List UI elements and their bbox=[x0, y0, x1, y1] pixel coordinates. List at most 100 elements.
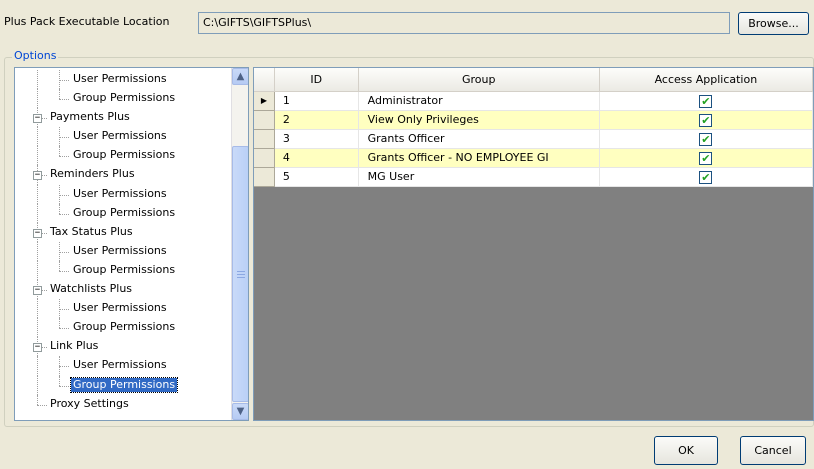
access-checkbox[interactable]: ✔ bbox=[699, 113, 713, 127]
tree-line bbox=[37, 127, 38, 147]
scroll-thumb[interactable] bbox=[232, 146, 248, 402]
cell-group[interactable]: View Only Privileges bbox=[358, 111, 600, 130]
table-row[interactable]: 2 View Only Privileges ✔ bbox=[254, 111, 813, 130]
cell-group[interactable]: Grants Officer - NO EMPLOYEE GI bbox=[358, 149, 600, 168]
row-header[interactable] bbox=[254, 111, 275, 130]
cell-access: ✔ bbox=[599, 111, 813, 130]
scroll-down-icon[interactable]: ▼ bbox=[232, 403, 248, 420]
tree-line bbox=[37, 70, 38, 90]
tree-item-child[interactable]: Group Permissions bbox=[15, 89, 229, 109]
tree-item-label: User Permissions bbox=[73, 129, 167, 143]
grid-header: ID Group Access Application bbox=[254, 68, 813, 92]
tree-line bbox=[37, 146, 38, 166]
collapse-icon[interactable]: − bbox=[33, 228, 42, 238]
access-checkbox[interactable]: ✔ bbox=[699, 132, 713, 146]
row-header[interactable] bbox=[254, 130, 275, 149]
tree-item-child[interactable]: Group Permissions bbox=[15, 318, 229, 338]
tree-line bbox=[37, 356, 38, 376]
tree-item-label: User Permissions bbox=[73, 301, 167, 315]
table-row[interactable]: 3 Grants Officer ✔ bbox=[254, 130, 813, 149]
tree-item-group[interactable]: − Reminders Plus bbox=[15, 165, 229, 185]
collapse-icon[interactable]: − bbox=[33, 171, 42, 181]
tree-item-child[interactable]: User Permissions bbox=[15, 127, 229, 147]
tree-item-child[interactable]: User Permissions bbox=[15, 70, 229, 90]
tree-line bbox=[37, 260, 38, 281]
tree-item-group[interactable]: − Tax Status Plus bbox=[15, 222, 229, 242]
tree-item-child[interactable]: User Permissions bbox=[15, 299, 229, 319]
options-tree[interactable]: User Permissions Group Permissions − Paymen… bbox=[14, 67, 249, 421]
tree-line bbox=[59, 309, 69, 311]
groups-grid[interactable]: ID Group Access Application ▶ 1 Administra… bbox=[253, 67, 814, 421]
tree-item-child[interactable]: Group Permissions bbox=[15, 203, 229, 223]
scroll-grip bbox=[237, 277, 245, 278]
access-checkbox[interactable]: ✔ bbox=[699, 151, 713, 165]
table-row[interactable]: 5 MG User ✔ bbox=[254, 168, 813, 187]
tree-item-group[interactable]: − Payments Plus bbox=[15, 108, 229, 128]
tree-line bbox=[59, 251, 69, 253]
location-label: Plus Pack Executable Location bbox=[4, 15, 170, 28]
tree-item-child[interactable]: Group Permissions bbox=[15, 146, 229, 166]
access-checkbox[interactable]: ✔ bbox=[699, 94, 713, 108]
tree-item-child[interactable]: User Permissions bbox=[15, 356, 229, 376]
browse-button[interactable]: Browse... bbox=[738, 12, 809, 35]
cell-id[interactable]: 5 bbox=[274, 168, 359, 187]
table-row[interactable]: ▶ 1 Administrator ✔ bbox=[254, 92, 813, 111]
tree-item-group[interactable]: − Link Plus bbox=[15, 337, 229, 357]
column-header-id[interactable]: ID bbox=[274, 68, 359, 92]
location-field[interactable]: C:\GIFTS\GIFTSPlus\ bbox=[198, 12, 730, 34]
cell-id[interactable]: 2 bbox=[274, 111, 359, 130]
tree-line bbox=[37, 184, 38, 204]
collapse-icon[interactable]: − bbox=[33, 114, 42, 124]
cell-id[interactable]: 3 bbox=[274, 130, 359, 149]
tree-item-group[interactable]: Proxy Settings bbox=[15, 394, 229, 414]
tree-scrollbar[interactable]: ▲ ▼ bbox=[231, 68, 248, 420]
tree-line bbox=[59, 328, 69, 330]
collapse-icon[interactable]: − bbox=[33, 286, 42, 296]
tree-line bbox=[37, 89, 38, 109]
tree-item-label: User Permissions bbox=[73, 186, 167, 200]
cell-group[interactable]: Grants Officer bbox=[358, 130, 600, 149]
tree-line bbox=[59, 99, 69, 101]
tree-item-label: Payments Plus bbox=[50, 110, 130, 124]
tree-line bbox=[59, 156, 69, 158]
tree-item-label: Tax Status Plus bbox=[50, 224, 133, 238]
tree-item-child[interactable]: User Permissions bbox=[15, 184, 229, 204]
tree-item-label: User Permissions bbox=[73, 243, 167, 257]
cell-access: ✔ bbox=[599, 130, 813, 149]
tree-line bbox=[37, 318, 38, 338]
cell-group[interactable]: Administrator bbox=[358, 92, 600, 111]
tree-line bbox=[59, 385, 69, 387]
tree-item-label: Group Permissions bbox=[73, 148, 176, 162]
table-row[interactable]: 4 Grants Officer - NO EMPLOYEE GI ✔ bbox=[254, 149, 813, 168]
tree-item-label: Group Permissions bbox=[73, 91, 176, 105]
column-header-access[interactable]: Access Application bbox=[599, 68, 813, 92]
tree-line bbox=[37, 394, 38, 405]
tree-item-child[interactable]: Group Permissions bbox=[15, 260, 229, 281]
row-header[interactable] bbox=[254, 149, 275, 168]
tree-items: User Permissions Group Permissions − Paymen… bbox=[15, 70, 229, 414]
scroll-up-icon[interactable]: ▲ bbox=[232, 68, 248, 85]
cancel-button[interactable]: Cancel bbox=[740, 436, 806, 465]
tree-item-label: Reminders Plus bbox=[50, 167, 135, 181]
row-header[interactable] bbox=[254, 168, 275, 187]
scroll-grip bbox=[237, 271, 245, 272]
tree-item-label: Group Permissions bbox=[73, 262, 176, 276]
cell-group[interactable]: MG User bbox=[358, 168, 600, 187]
tree-item-child[interactable]: User Permissions bbox=[15, 241, 229, 261]
ok-button[interactable]: OK bbox=[654, 436, 718, 465]
cell-id[interactable]: 1 bbox=[274, 92, 359, 111]
current-row-icon[interactable]: ▶ bbox=[254, 92, 275, 111]
cell-id[interactable]: 4 bbox=[274, 149, 359, 168]
collapse-icon[interactable]: − bbox=[33, 343, 42, 353]
tree-item-label: Link Plus bbox=[50, 339, 99, 353]
tree-item-label: Group Permissions bbox=[73, 205, 176, 219]
tree-item-label: Watchlists Plus bbox=[50, 282, 133, 296]
cell-access: ✔ bbox=[599, 149, 813, 168]
column-header-group[interactable]: Group bbox=[358, 68, 600, 92]
tree-item-group[interactable]: − Watchlists Plus bbox=[15, 280, 229, 300]
options-legend: Options bbox=[12, 49, 59, 62]
tree-line bbox=[59, 89, 60, 100]
access-checkbox[interactable]: ✔ bbox=[699, 170, 713, 184]
tree-item-child[interactable]: Group Permissions bbox=[15, 375, 229, 395]
tree-line bbox=[37, 375, 38, 395]
